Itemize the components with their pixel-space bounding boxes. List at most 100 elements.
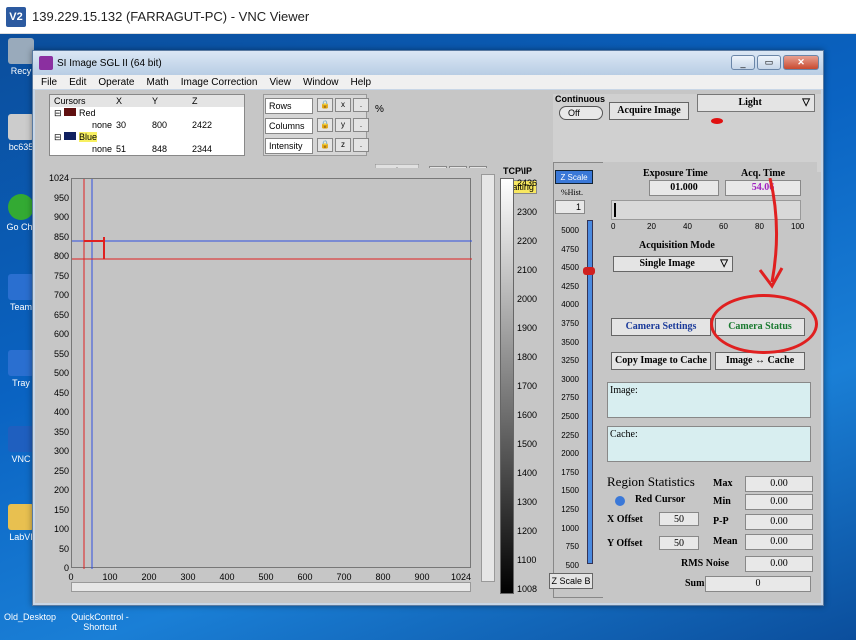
menu-operate[interactable]: Operate (98, 77, 134, 88)
intensity-button[interactable]: Intensity (265, 138, 313, 154)
vnc-titlebar: V2 139.229.15.132 (FARRAGUT-PC) - VNC Vi… (0, 0, 856, 34)
continuous-toggle[interactable]: Off (559, 106, 603, 120)
colorbar-tick-label: 2100 (517, 265, 538, 275)
zscale-tick-label: 3000 (561, 374, 579, 384)
y-tick-label: 400 (53, 407, 69, 417)
x-offset-input[interactable]: 50 (659, 512, 699, 526)
columns-button[interactable]: Columns (265, 118, 313, 134)
vnc-logo-icon: V2 (6, 6, 26, 27)
zscale-tick-label: 3250 (561, 356, 579, 366)
maximize-button[interactable]: ▭ (757, 55, 781, 70)
zscale-button[interactable]: Z Scale (555, 170, 593, 184)
image-plot: 1024 950 900 850 800 750 700 650 600 550 500 450 400… (39, 168, 499, 592)
rows-precision-icon[interactable]: . (353, 98, 369, 112)
cursor-table[interactable]: Cursors X Y Z ⊟ Red none 30 800 2422 ⊟ B… (49, 94, 245, 156)
zscale-tick-label: 4750 (561, 244, 579, 254)
x-tick-label: 1024 (450, 572, 472, 582)
menu-help[interactable]: Help (351, 77, 372, 88)
light-dropdown[interactable]: Light ▽ (697, 94, 815, 112)
rows-format-icon[interactable]: x (335, 98, 351, 112)
plot-area[interactable] (71, 178, 472, 569)
hist-input[interactable]: 1 (555, 200, 585, 214)
colorbar-tick-label: 1500 (517, 439, 538, 449)
y-tick-label: 800 (53, 251, 69, 261)
cursor-x: 30 (116, 120, 127, 130)
zscale-tick-label: 2500 (561, 412, 579, 421)
intensity-lock-icon[interactable]: 🔒 (317, 138, 333, 152)
desktop-icon-label: Tray (12, 378, 30, 388)
exposure-time-label: Exposure Time (643, 168, 708, 179)
cursor-row-blue[interactable]: ⊟ Blue (50, 131, 244, 143)
window-controls: _ ▭ ✕ (731, 55, 819, 70)
exposure-time-input[interactable]: 01.000 (649, 180, 719, 196)
light-dropdown-value: Light (738, 97, 762, 108)
cursor-z: 2344 (192, 144, 213, 154)
cursor-row-red[interactable]: ⊟ Red (50, 107, 244, 119)
acquisition-mode-dropdown[interactable]: Single Image ▽ (613, 256, 733, 272)
colorbar-tick-label: 1300 (517, 497, 538, 507)
y-tick-label: 1024 (48, 173, 69, 183)
annotation-arrow-icon (758, 178, 784, 289)
stat-label: Sum (685, 578, 705, 589)
y-offset-label: Y Offset (607, 538, 643, 549)
screen: V2 139.229.15.132 (FARRAGUT-PC) - VNC Vi… (0, 0, 856, 640)
cursor-name: Blue (79, 131, 98, 142)
zscale-slider-knob[interactable] (583, 267, 595, 275)
y-tick-label: 350 (53, 426, 69, 437)
zscale-b-button[interactable]: Z Scale B (549, 573, 593, 589)
red-swatch-icon (64, 107, 77, 116)
progress-tick-label: 100 (791, 222, 805, 231)
rows-button[interactable]: Rows (265, 98, 313, 114)
menu-window[interactable]: Window (303, 77, 339, 88)
image-cache-swap-button[interactable]: Image ↔ Cache (715, 352, 805, 370)
cursor-row-blue-values: none 51 848 2344 (50, 143, 244, 155)
chevron-down-icon: ▽ (802, 97, 810, 108)
zscale-tick-label: 2250 (561, 430, 579, 440)
plot-vertical-scrollbar[interactable] (481, 174, 495, 582)
colorbar-tick-label: 2000 (517, 294, 538, 304)
colorbar-tick-label: 1200 (517, 526, 538, 536)
rows-lock-icon[interactable]: 🔒 (317, 98, 333, 112)
menu-image-correction[interactable]: Image Correction (181, 77, 258, 88)
blue-swatch-icon (64, 131, 77, 140)
x-tick-label: 600 (297, 572, 313, 582)
progress-tick-label: 0 (611, 222, 616, 231)
desktop-icon-old-desktop[interactable]: Old_Desktop (0, 612, 60, 632)
zscale-tick-label: 4250 (561, 281, 579, 291)
col-cursors: Cursors (54, 96, 86, 106)
acquire-image-button[interactable]: Acquire Image (609, 102, 689, 120)
desktop-icon-quickcontrol[interactable]: QuickControl - Shortcut (70, 612, 130, 632)
columns-lock-icon[interactable]: 🔒 (317, 118, 333, 132)
camera-settings-button[interactable]: Camera Settings (611, 318, 711, 336)
x-tick-label: 900 (414, 572, 430, 582)
close-button[interactable]: ✕ (783, 55, 819, 70)
menu-file[interactable]: File (41, 77, 57, 88)
intensity-precision-icon[interactable]: . (353, 138, 369, 152)
columns-format-icon[interactable]: y (335, 118, 351, 132)
y-tick-label: 600 (53, 329, 69, 339)
intensity-format-icon[interactable]: z (335, 138, 351, 152)
cache-text-box[interactable]: Cache: (607, 426, 811, 462)
columns-precision-icon[interactable]: . (353, 118, 369, 132)
menu-edit[interactable]: Edit (69, 77, 86, 88)
zscale-tick-label: 3750 (561, 319, 579, 328)
copy-image-to-cache-button[interactable]: Copy Image to Cache (611, 352, 711, 370)
cursor-name: Red (79, 107, 96, 118)
desktop-icon-label: bc635 (8, 142, 34, 152)
menu-math[interactable]: Math (147, 77, 169, 88)
vnc-window-title: 139.229.15.132 (FARRAGUT-PC) - VNC Viewe… (32, 9, 310, 24)
cursor-z: 2422 (192, 120, 213, 130)
colorbar-tick-label: 1400 (517, 468, 538, 478)
red-cursor-radio-icon[interactable] (615, 496, 625, 506)
stat-value: 0 (705, 576, 811, 592)
image-text-box[interactable]: Image: (607, 382, 811, 418)
menu-view[interactable]: View (269, 77, 291, 88)
x-tick-label: 400 (219, 572, 235, 582)
y-tick-label: 700 (53, 290, 69, 300)
desktop-bottom-icons: Old_Desktop QuickControl - Shortcut (0, 612, 130, 632)
minimize-button[interactable]: _ (731, 55, 755, 70)
y-offset-input[interactable]: 50 (659, 536, 699, 550)
zscale-tick-label: 4000 (561, 300, 579, 310)
plot-horizontal-scrollbar[interactable] (71, 582, 471, 592)
stat-value: 0.00 (745, 556, 813, 572)
